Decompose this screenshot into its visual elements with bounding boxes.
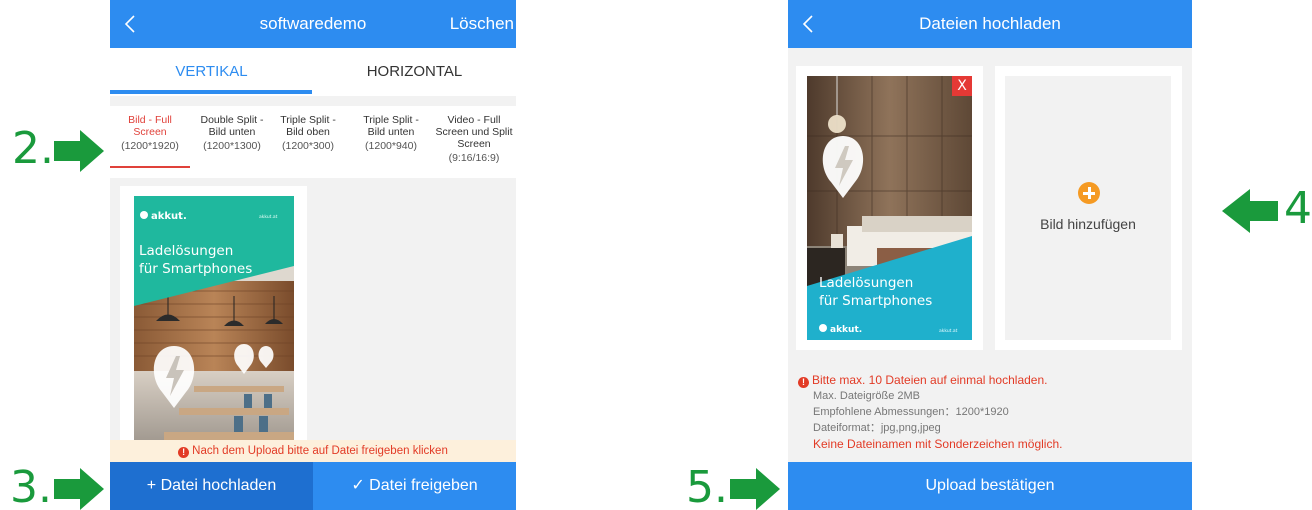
step-marker-3: 3. [10,462,52,510]
poster-headline-1: Ladelösungen [139,243,233,259]
format-option-triple-split-bottom[interactable]: Triple Split - Bild unten (1200*940) [353,114,429,152]
confirm-upload-button[interactable]: Upload bestätigen [788,462,1192,510]
format-text: Dateiformat：jpg,png,jpeg [813,422,941,434]
add-image-label: Bild hinzufügen [1040,216,1136,232]
upload-screen: Dateien hochladen Ladelösungen für Smart… [788,0,1192,510]
warning-icon: ! [798,377,809,388]
max-files-warning: ! Bitte max. 10 Dateien auf einmal hochla… [798,372,1188,388]
uploaded-file-card[interactable]: akkut. akkut.at Ladelösungen für Smartph… [120,186,307,446]
format-name: Bild - Full Screen [128,114,172,138]
step-marker-5: 5. [686,462,728,510]
format-option-double-split[interactable]: Double Split - Bild unten (1200*1300) [194,114,270,152]
add-circle-icon [1078,182,1100,204]
add-image-card[interactable]: Bild hinzufügen [995,66,1182,350]
format-size: (1200*1300) [203,140,261,152]
upload-rules: ! Bitte max. 10 Dateien auf einmal hochla… [798,372,1188,452]
active-tab-indicator [110,90,312,94]
poster-url: akkut.at [259,214,278,220]
image-headline-1: Ladelösungen [819,275,913,291]
upload-notice: ! Nach dem Upload bitte auf Datei freigeb… [110,440,516,462]
format-name: Triple Split - Bild unten [363,114,419,138]
active-format-indicator [110,166,190,168]
app-header: softwaredemo Löschen [110,0,516,48]
format-option-video[interactable]: Video - Full Screen und Split Screen (9:… [434,114,514,164]
image-url: akkut.at [939,328,958,334]
arrow-left-icon [1222,189,1278,233]
delete-button[interactable]: Löschen [450,0,514,48]
content-list-screen: softwaredemo Löschen VERTIKAL HORIZONTAL… [110,0,516,510]
notice-text: Nach dem Upload bitte auf Datei freigebe… [192,445,448,457]
format-option-triple-split-top[interactable]: Triple Split - Bild oben (1200*300) [270,114,346,152]
selected-image-card: Ladelösungen für Smartphones akkut. akku… [796,66,983,350]
page-title: Dateien hochladen [919,14,1061,33]
format-name: Video - Full Screen und Split Screen [435,114,513,150]
image-thumbnail: Ladelösungen für Smartphones akkut. akku… [807,76,972,340]
format-name: Triple Split - Bild oben [280,114,336,138]
format-size: (1200*300) [282,140,334,152]
poster-brand: akkut. [151,211,187,222]
format-option-full-screen[interactable]: Bild - Full Screen (1200*1920) [112,114,188,152]
tab-horizontal[interactable]: HORIZONTAL [313,48,516,96]
orientation-tabs: VERTIKAL HORIZONTAL [110,48,516,96]
warning-text: Bitte max. 10 Dateien auf einmal hochlad… [812,373,1048,387]
add-image-area[interactable]: Bild hinzufügen [1005,76,1171,340]
poster-headline-2: für Smartphones [139,261,252,277]
warning-icon: ! [178,447,190,458]
max-size-text: Max. Dateigröße 2MB [813,390,920,402]
dimensions-text: Empfohlene Abmessungen：1200*1920 [813,406,1009,418]
arrow-right-icon [730,468,780,510]
arrow-right-icon [54,130,104,172]
format-size: (9:16/16:9) [448,152,500,164]
image-headline-2: für Smartphones [819,293,932,309]
share-file-button[interactable]: ✓ Datei freigeben [313,462,516,510]
format-name: Double Split - Bild unten [200,114,264,138]
format-size: (1200*1920) [121,140,179,152]
tab-vertikal[interactable]: VERTIKAL [110,48,313,96]
step-marker-4: 4. [1284,183,1312,234]
poster-thumbnail: akkut. akkut.at Ladelösungen für Smartph… [134,196,294,446]
arrow-right-icon [54,468,104,510]
special-chars-warning: Keine Dateinamen mit Sonderzeichen mögli… [813,437,1063,451]
format-selector: Bild - Full Screen (1200*1920) Double Sp… [110,106,516,178]
step-marker-2: 2. [12,123,54,174]
upload-file-button[interactable]: + Datei hochladen [110,462,313,510]
app-header: Dateien hochladen [788,0,1192,48]
format-size: (1200*940) [365,140,417,152]
remove-image-button[interactable]: X [952,76,972,96]
image-brand: akkut. [830,325,862,335]
